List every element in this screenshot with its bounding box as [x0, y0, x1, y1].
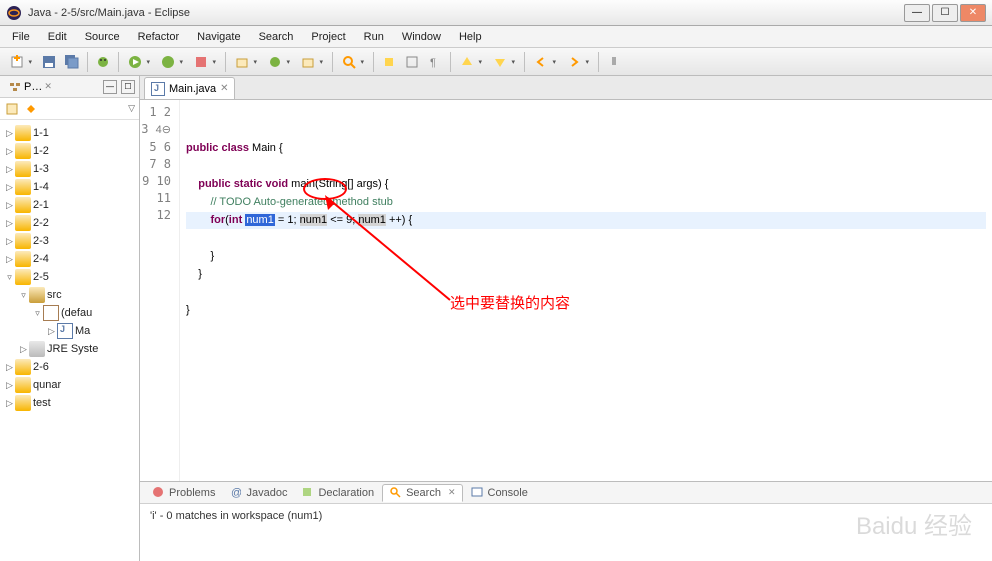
tab-declaration[interactable]: Declaration [295, 485, 380, 501]
tree-node[interactable]: ▿(defau [2, 304, 137, 322]
menu-refactor[interactable]: Refactor [130, 29, 188, 45]
collapse-all-button[interactable] [4, 101, 20, 117]
tab-console[interactable]: Console [465, 485, 534, 501]
java-file-icon [151, 82, 165, 96]
view-menu-icon[interactable]: ▽ [128, 103, 135, 114]
annotation-nav-button[interactable] [456, 52, 486, 72]
tree-node[interactable]: ▷1-2 [2, 142, 137, 160]
tree-node[interactable]: ▷1-4 [2, 178, 137, 196]
annotation-text: 选中要替换的内容 [450, 295, 570, 312]
menu-search[interactable]: Search [251, 29, 302, 45]
declaration-icon [301, 486, 315, 500]
view-tab-label: P… [24, 81, 42, 93]
bottom-panel: Problems @Javadoc Declaration Search✕ Co… [140, 481, 992, 561]
tree-node[interactable]: ▷2-3 [2, 232, 137, 250]
toggle-block-button[interactable] [402, 52, 422, 72]
minimize-view-button[interactable]: — [103, 80, 117, 94]
javadoc-icon: @ [229, 486, 243, 500]
editor-area: Main.java ✕ 1 2 3 4⊖ 5 6 7 8 9 10 11 12 … [140, 76, 992, 561]
menu-source[interactable]: Source [77, 29, 128, 45]
debug-button[interactable] [93, 52, 113, 72]
tree-node[interactable]: ▷1-3 [2, 160, 137, 178]
title-bar: Java - 2-5/src/Main.java - Eclipse — ☐ ✕ [0, 0, 992, 26]
menu-window[interactable]: Window [394, 29, 449, 45]
svg-text:¶: ¶ [430, 57, 436, 69]
code-editor[interactable]: 1 2 3 4⊖ 5 6 7 8 9 10 11 12 public class… [140, 100, 992, 481]
editor-tab-label: Main.java [169, 83, 216, 95]
tab-close-icon[interactable]: ✕ [448, 487, 456, 498]
menu-bar: File Edit Source Refactor Navigate Searc… [0, 26, 992, 48]
new-package-button[interactable] [231, 52, 261, 72]
minimize-button[interactable]: — [904, 4, 930, 22]
save-all-button[interactable] [62, 52, 82, 72]
problems-icon [152, 486, 166, 500]
menu-run[interactable]: Run [356, 29, 392, 45]
view-toolbar: ▽ [0, 98, 139, 120]
menu-help[interactable]: Help [451, 29, 490, 45]
tree-node[interactable]: ▷2-6 [2, 358, 137, 376]
tree-node[interactable]: ▷test [2, 394, 137, 412]
work-area: P… ✕ — ☐ ▽ ▷1-1▷1-2▷1-3▷1-4▷2-1▷2-2▷2-3▷… [0, 76, 992, 561]
window-title: Java - 2-5/src/Main.java - Eclipse [28, 7, 190, 19]
external-tools-button[interactable] [190, 52, 220, 72]
maximize-view-button[interactable]: ☐ [121, 80, 135, 94]
tab-close-icon[interactable]: ✕ [220, 83, 228, 94]
search-button[interactable] [338, 52, 368, 72]
toggle-mark-button[interactable] [379, 52, 399, 72]
package-explorer: P… ✕ — ☐ ▽ ▷1-1▷1-2▷1-3▷1-4▷2-1▷2-2▷2-3▷… [0, 76, 140, 561]
link-editor-button[interactable] [23, 101, 39, 117]
back-button[interactable] [530, 52, 560, 72]
tree-node[interactable]: ▷2-2 [2, 214, 137, 232]
selected-text[interactable]: num1 [245, 214, 275, 226]
search-icon [389, 486, 403, 500]
window-controls: — ☐ ✕ [904, 4, 986, 22]
tree-node[interactable]: ▷JRE Syste [2, 340, 137, 358]
menu-project[interactable]: Project [303, 29, 353, 45]
menu-edit[interactable]: Edit [40, 29, 75, 45]
console-icon [471, 486, 485, 500]
editor-tabs: Main.java ✕ [140, 76, 992, 100]
tree-node[interactable]: ▷Ma [2, 322, 137, 340]
tab-javadoc[interactable]: @Javadoc [223, 485, 293, 501]
open-type-button[interactable] [297, 52, 327, 72]
maximize-button[interactable]: ☐ [932, 4, 958, 22]
editor-tab-main[interactable]: Main.java ✕ [144, 77, 235, 99]
menu-file[interactable]: File [4, 29, 38, 45]
menu-navigate[interactable]: Navigate [189, 29, 248, 45]
tab-problems[interactable]: Problems [146, 485, 221, 501]
tree-node[interactable]: ▷2-4 [2, 250, 137, 268]
eclipse-icon [6, 5, 22, 21]
next-annotation-button[interactable] [489, 52, 519, 72]
line-gutter: 1 2 3 4⊖ 5 6 7 8 9 10 11 12 [140, 100, 180, 481]
close-button[interactable]: ✕ [960, 4, 986, 22]
tree-node[interactable]: ▷qunar [2, 376, 137, 394]
new-class-button[interactable] [264, 52, 294, 72]
show-whitespace-button[interactable]: ¶ [425, 52, 445, 72]
new-button[interactable] [6, 52, 36, 72]
save-button[interactable] [39, 52, 59, 72]
package-explorer-icon [8, 80, 22, 94]
debug-as-button[interactable] [157, 52, 187, 72]
view-tab-bar: P… ✕ — ☐ [0, 76, 139, 98]
bottom-tabs: Problems @Javadoc Declaration Search✕ Co… [140, 482, 992, 504]
toolbar: ¶ [0, 48, 992, 76]
annotation-circle [303, 178, 347, 200]
svg-text:@: @ [231, 487, 241, 498]
forward-button[interactable] [563, 52, 593, 72]
code-content[interactable]: public class Main { public static void m… [180, 100, 992, 481]
tab-close-icon[interactable]: ✕ [44, 81, 52, 92]
pin-button[interactable] [604, 52, 624, 72]
tab-search[interactable]: Search✕ [382, 484, 462, 502]
run-as-button[interactable] [124, 52, 154, 72]
tree-node[interactable]: ▿src [2, 286, 137, 304]
tree-node[interactable]: ▷1-1 [2, 124, 137, 142]
tree-node[interactable]: ▿2-5 [2, 268, 137, 286]
search-results: 'i' - 0 matches in workspace (num1) [140, 504, 992, 561]
tree-node[interactable]: ▷2-1 [2, 196, 137, 214]
package-explorer-tab[interactable]: P… ✕ [4, 79, 56, 95]
project-tree[interactable]: ▷1-1▷1-2▷1-3▷1-4▷2-1▷2-2▷2-3▷2-4▿2-5▿src… [0, 120, 139, 561]
